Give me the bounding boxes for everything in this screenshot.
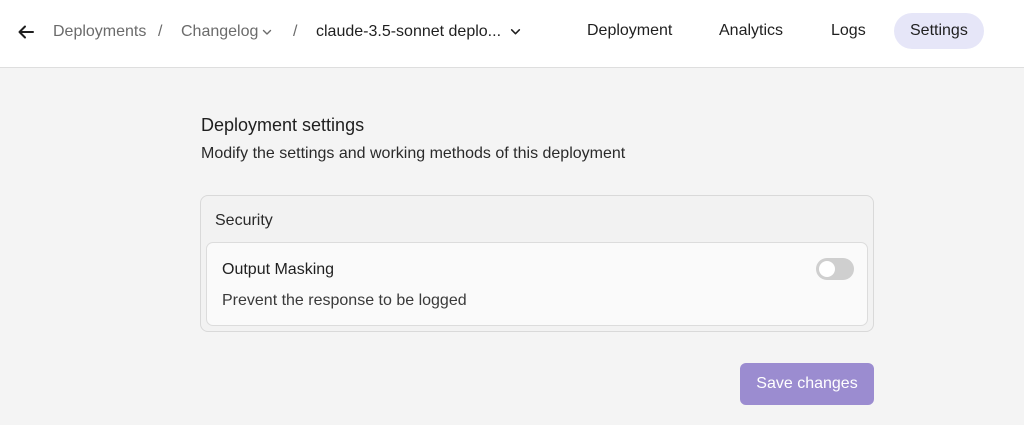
security-card-title: Security	[215, 212, 273, 229]
page-title: Deployment settings	[201, 115, 365, 135]
tab-deployment[interactable]: Deployment	[571, 13, 688, 49]
tab-logs[interactable]: Logs	[815, 13, 882, 49]
output-masking-toggle[interactable]	[816, 258, 854, 280]
output-masking-setting: Output Masking Prevent the response to b…	[206, 242, 868, 326]
output-masking-title: Output Masking	[222, 261, 335, 278]
chevron-down-icon	[263, 29, 272, 35]
page-description: Modify the settings and working methods …	[201, 145, 626, 162]
breadcrumb-changelog-label: Changelog	[181, 23, 259, 40]
breadcrumb-deployment-label: claude-3.5-sonnet deplo...	[316, 23, 502, 40]
breadcrumb-deployments[interactable]: Deployments	[53, 22, 146, 42]
breadcrumb-deployment-selector[interactable]: claude-3.5-sonnet deplo...	[316, 22, 521, 42]
back-button[interactable]	[14, 20, 38, 44]
security-card: Security Output Masking Prevent the resp…	[200, 195, 874, 332]
save-changes-button[interactable]: Save changes	[740, 363, 874, 405]
top-navigation-bar: Deployments / Changelog / claude-3.5-son…	[0, 0, 1024, 68]
breadcrumb-changelog[interactable]: Changelog	[181, 22, 272, 42]
breadcrumb-separator: /	[158, 23, 163, 40]
breadcrumb-separator: /	[293, 23, 298, 40]
chevron-down-icon	[510, 29, 521, 35]
arrow-left-icon	[18, 25, 34, 39]
toggle-knob	[819, 261, 835, 277]
tab-settings[interactable]: Settings	[894, 13, 984, 49]
output-masking-description: Prevent the response to be logged	[222, 292, 467, 309]
tab-analytics[interactable]: Analytics	[703, 13, 799, 49]
